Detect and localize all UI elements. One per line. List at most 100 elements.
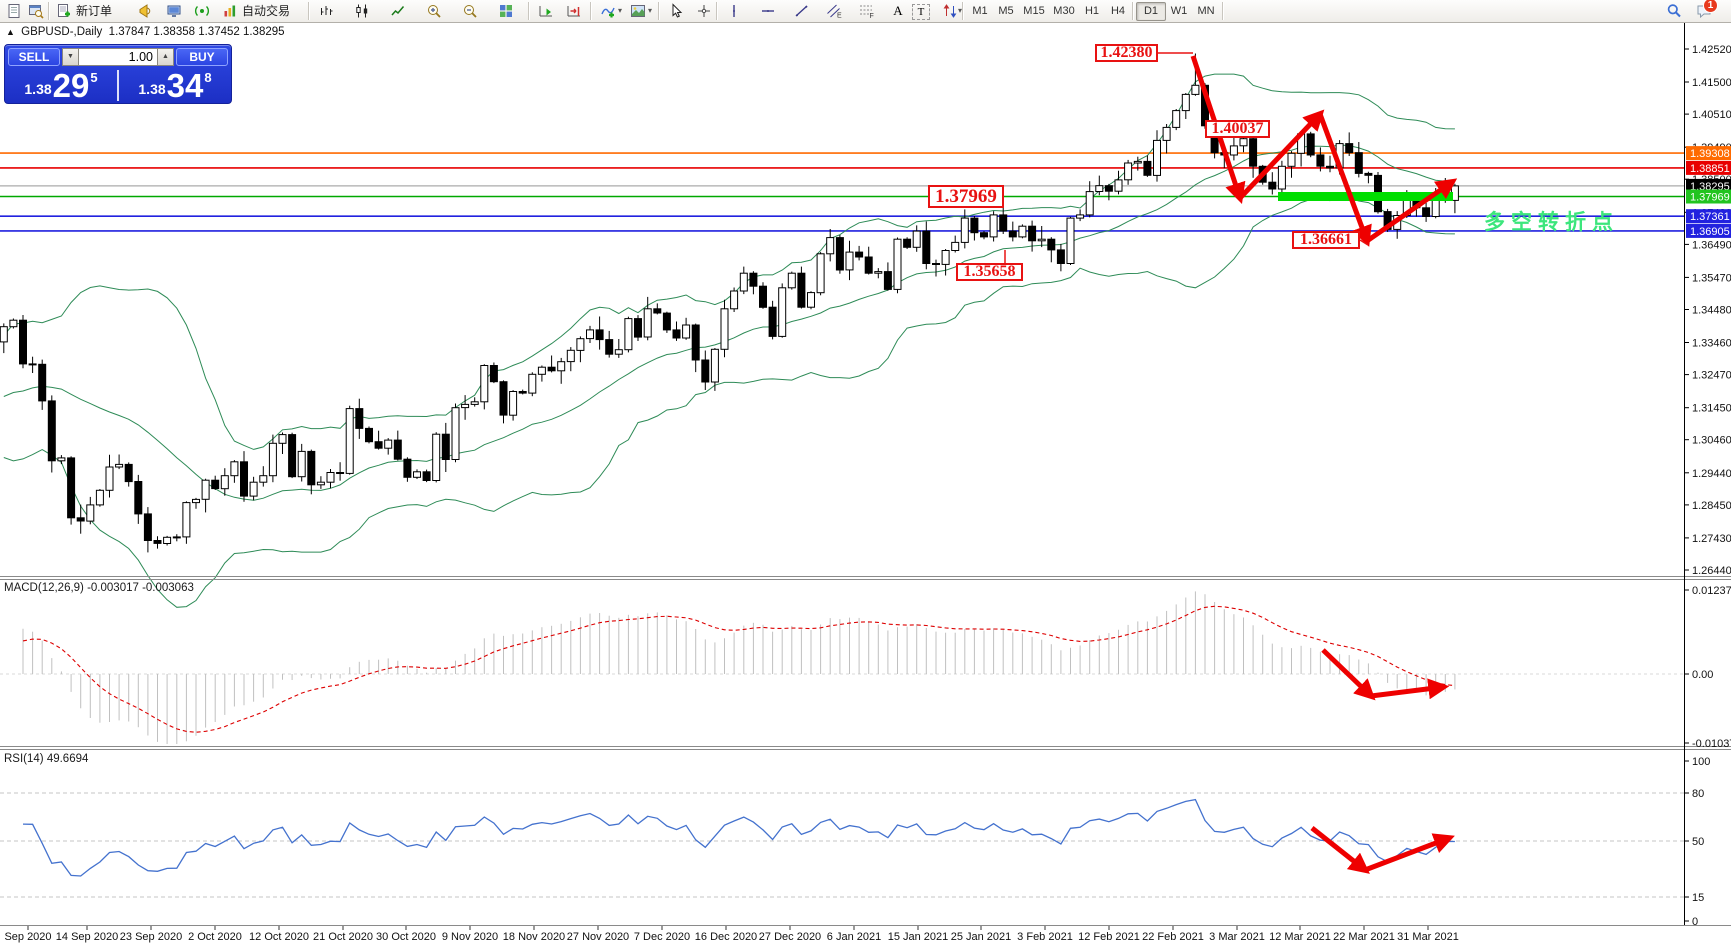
timeframe-button-H1[interactable]: H1 — [1078, 2, 1106, 21]
zoom-out-icon[interactable] — [458, 2, 482, 20]
candlestick-icon[interactable] — [350, 2, 374, 20]
symbol-name: GBPUSD-,Daily — [21, 26, 103, 38]
svg-text:100: 100 — [1692, 756, 1710, 768]
auto-scroll-icon[interactable] — [534, 2, 558, 20]
chart-shift-icon[interactable] — [562, 2, 586, 20]
autotrading-button[interactable]: 自动交易 — [218, 1, 294, 20]
profiles-icon[interactable] — [24, 2, 48, 20]
buy-price[interactable]: 1.38 34 8 — [119, 68, 231, 103]
timeframe-button-MN[interactable]: MN — [1192, 2, 1220, 21]
toolbar-separator — [1222, 2, 1223, 20]
search-icon[interactable] — [1662, 2, 1686, 20]
price-annotation-box[interactable]: 1.35658 — [956, 263, 1023, 281]
volume-down-button[interactable]: ▼ — [62, 48, 79, 66]
fibonacci-icon[interactable]: F — [854, 2, 878, 20]
buy-button[interactable]: BUY — [176, 48, 228, 66]
crosshair-icon[interactable] — [692, 2, 716, 20]
svg-text:22 Feb 2021: 22 Feb 2021 — [1142, 931, 1204, 943]
bar-chart-icon[interactable] — [314, 2, 338, 20]
cursor-icon[interactable] — [664, 2, 688, 20]
price-annotation-box[interactable]: 1.42380 — [1095, 44, 1158, 62]
svg-text:E: E — [837, 13, 842, 20]
price-annotation-box[interactable]: 1.40037 — [1205, 120, 1270, 138]
svg-text:12 Feb 2021: 12 Feb 2021 — [1078, 931, 1140, 943]
channel-icon[interactable]: E — [822, 2, 846, 20]
vertical-line-icon[interactable] — [722, 2, 746, 20]
svg-text:-0.010374: -0.010374 — [1692, 738, 1731, 750]
time-axis[interactable]: Sep 2020 14 Sep 2020 23 Sep 2020 2 Oct 2020… — [4, 926, 1459, 943]
toolbar-separator — [48, 2, 49, 20]
trend-arrows-rsi[interactable] — [1310, 826, 1455, 874]
symbol-info: ▲ GBPUSD-,Daily 1.37847 1.38358 1.37452 … — [6, 26, 285, 38]
one-click-trading-panel: SELL ▼ ▲ BUY 1.38 29 5 1.38 34 8 — [4, 44, 232, 104]
chat-icon[interactable]: 1 — [1692, 0, 1717, 20]
svg-text:3 Feb 2021: 3 Feb 2021 — [1017, 931, 1073, 943]
svg-text:1.29440: 1.29440 — [1692, 468, 1731, 480]
chevron-down-icon[interactable]: ▾ — [618, 7, 622, 15]
tile-windows-icon[interactable] — [494, 2, 518, 20]
svg-text:25 Jan 2021: 25 Jan 2021 — [951, 931, 1012, 943]
macd-label: MACD(12,26,9) -0.003017 -0.003063 — [4, 582, 194, 594]
svg-text:1.42520: 1.42520 — [1692, 44, 1731, 56]
signal-icon[interactable] — [190, 2, 214, 20]
svg-text:1.37361: 1.37361 — [1690, 211, 1730, 223]
buy-price-point: 8 — [204, 70, 212, 85]
chevron-down-icon[interactable]: ▾ — [648, 7, 652, 15]
line-chart-icon[interactable] — [386, 2, 410, 20]
svg-text:1.33460: 1.33460 — [1692, 338, 1731, 350]
timeframe-button-D1[interactable]: D1 — [1136, 2, 1166, 21]
svg-text:0.012372: 0.012372 — [1692, 585, 1731, 597]
terminal-icon[interactable] — [162, 2, 186, 20]
timeframe-button-H4[interactable]: H4 — [1104, 2, 1132, 21]
svg-text:31 Mar 2021: 31 Mar 2021 — [1397, 931, 1459, 943]
svg-text:1.40510: 1.40510 — [1692, 109, 1731, 121]
svg-text:12 Oct 2020: 12 Oct 2020 — [249, 931, 309, 943]
templates-icon[interactable] — [626, 2, 650, 20]
price-axis[interactable]: 1.425201.415001.405101.394901.385001.374… — [1684, 22, 1731, 928]
svg-text:1.36490: 1.36490 — [1692, 239, 1731, 251]
new-order-button[interactable]: 新订单 — [52, 1, 116, 20]
volume-input[interactable] — [79, 48, 157, 66]
svg-text:15 Jan 2021: 15 Jan 2021 — [888, 931, 949, 943]
price-chart[interactable]: 1.425201.415001.405101.394901.385001.374… — [0, 0, 1731, 946]
svg-text:30 Oct 2020: 30 Oct 2020 — [376, 931, 436, 943]
trend-arrows-macd[interactable] — [1321, 648, 1450, 701]
svg-text:1.32470: 1.32470 — [1692, 370, 1731, 382]
svg-text:27 Nov 2020: 27 Nov 2020 — [567, 931, 629, 943]
zoom-in-icon[interactable] — [422, 2, 446, 20]
sell-price-pips: 29 — [52, 67, 90, 104]
collapse-arrow-icon[interactable]: ▲ — [6, 27, 15, 37]
timeframe-button-M5[interactable]: M5 — [992, 2, 1020, 21]
sell-price[interactable]: 1.38 29 5 — [5, 68, 117, 103]
toolbar-separator — [658, 2, 659, 20]
volume-up-button[interactable]: ▲ — [157, 48, 174, 66]
text-label-tool-icon[interactable]: T — [912, 4, 930, 20]
timeframe-button-M30[interactable]: M30 — [1048, 2, 1080, 21]
price-annotation-box[interactable]: 1.37969 — [928, 185, 1004, 208]
timeframe-button-M1[interactable]: M1 — [966, 2, 994, 21]
rsi-line — [22, 798, 1455, 877]
horizontal-line-icon[interactable] — [756, 2, 780, 20]
buy-price-pips: 34 — [166, 67, 204, 104]
svg-text:1.36905: 1.36905 — [1690, 226, 1730, 238]
svg-text:23 Sep 2020: 23 Sep 2020 — [120, 931, 182, 943]
notification-badge[interactable]: 1 — [1704, 0, 1717, 12]
trendline-icon[interactable] — [790, 2, 814, 20]
timeframe-button-M15[interactable]: M15 — [1018, 2, 1050, 21]
new-chart-icon[interactable] — [2, 2, 26, 20]
timeframe-button-W1[interactable]: W1 — [1164, 2, 1194, 21]
toolbar-separator — [716, 2, 717, 20]
main-toolbar: 新订单 自动交易 ▾ ▾ E F A T ▾ M1 M5 M15 M30 H1 H4 D1 W… — [0, 0, 1731, 23]
indicators-icon[interactable] — [596, 2, 620, 20]
sell-button[interactable]: SELL — [8, 48, 60, 66]
price-annotation-box[interactable]: 1.36661 — [1292, 231, 1360, 249]
megaphone-icon[interactable] — [134, 2, 158, 20]
svg-text:15: 15 — [1692, 892, 1704, 904]
svg-text:16 Dec 2020: 16 Dec 2020 — [695, 931, 757, 943]
svg-text:1.38851: 1.38851 — [1690, 163, 1730, 175]
turning-point-annotation[interactable]: 多空转折点 — [1484, 206, 1619, 236]
svg-text:1.35470: 1.35470 — [1692, 272, 1731, 284]
sell-price-figure: 1.38 — [24, 81, 52, 97]
toolbar-separator — [308, 2, 309, 20]
text-tool-icon[interactable]: A — [886, 2, 910, 20]
